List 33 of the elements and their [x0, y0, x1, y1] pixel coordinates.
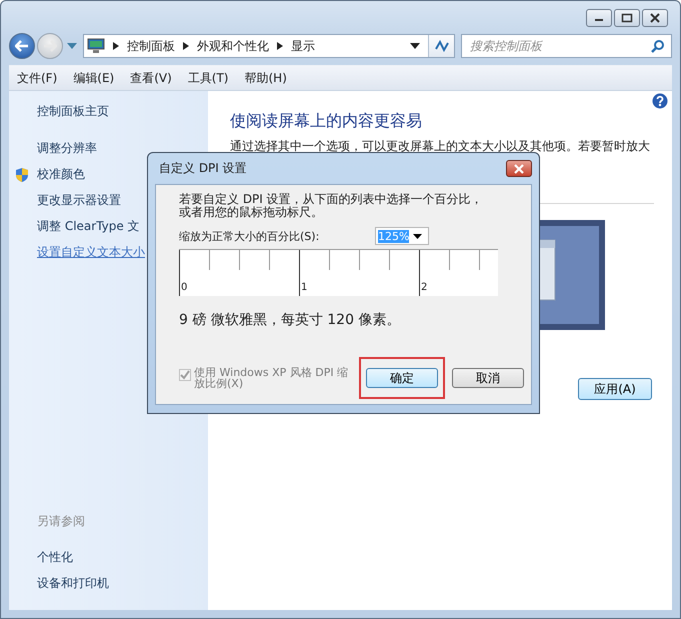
- page-heading: 使阅读屏幕上的内容更容易: [230, 111, 423, 132]
- description-text: 通过选择其中一个选项，可以更改屏幕上的文本大小以及其他项。若要暂时放大: [230, 138, 651, 155]
- see-also-heading: 另请参阅: [37, 513, 85, 530]
- breadcrumb[interactable]: 控制面板: [127, 38, 175, 54]
- ruler[interactable]: 0 1 2: [179, 249, 498, 296]
- sidebar-link[interactable]: 调整分辨率: [37, 140, 97, 157]
- sidebar-link[interactable]: 调整 ClearType 文: [37, 218, 140, 235]
- sidebar-link[interactable]: 设置自定义文本大小: [37, 244, 145, 261]
- search-field[interactable]: 搜索控制面板: [461, 34, 672, 58]
- ruler-label: 1: [301, 282, 308, 293]
- sample-text: 9 磅 微软雅黑，每英寸 120 像素。: [179, 311, 402, 329]
- menu-item[interactable]: 帮助(H): [244, 70, 287, 86]
- menu-item[interactable]: 查看(V): [130, 70, 172, 86]
- checkbox-label: 使用 Windows XP 风格 DPI 缩放比例(X): [194, 367, 350, 389]
- sidebar-link[interactable]: 控制面板主页: [37, 103, 109, 120]
- apply-button[interactable]: 应用(A): [578, 378, 652, 400]
- dialog-button[interactable]: 取消: [452, 368, 524, 388]
- dialog-button[interactable]: 确定: [366, 368, 438, 388]
- sidebar-link[interactable]: 更改显示器设置: [37, 192, 121, 209]
- menu-item[interactable]: 工具(T): [188, 70, 228, 86]
- scale-label: 缩放为正常大小的百分比(S):: [179, 228, 320, 244]
- breadcrumb[interactable]: 外观和个性化: [197, 38, 269, 54]
- ruler-label: 2: [421, 282, 428, 293]
- ruler-label: 0: [181, 282, 188, 293]
- sidebar-link[interactable]: 个性化: [37, 549, 73, 566]
- sidebar-link[interactable]: 校准颜色: [37, 166, 85, 183]
- sidebar-link[interactable]: 设备和打印机: [37, 575, 109, 592]
- breadcrumb[interactable]: 显示: [291, 38, 315, 54]
- address-bar[interactable]: 控制面板 外观和个性化 显示: [83, 34, 455, 58]
- instruction-text: 若要自定义 DPI 设置，从下面的列表中选择一个百分比，或者用您的鼠标拖动标尺。: [179, 193, 484, 219]
- menu-item[interactable]: 文件(F): [17, 70, 58, 86]
- menu-item[interactable]: 编辑(E): [73, 70, 114, 86]
- dialog-title: 自定义 DPI 设置: [158, 160, 247, 177]
